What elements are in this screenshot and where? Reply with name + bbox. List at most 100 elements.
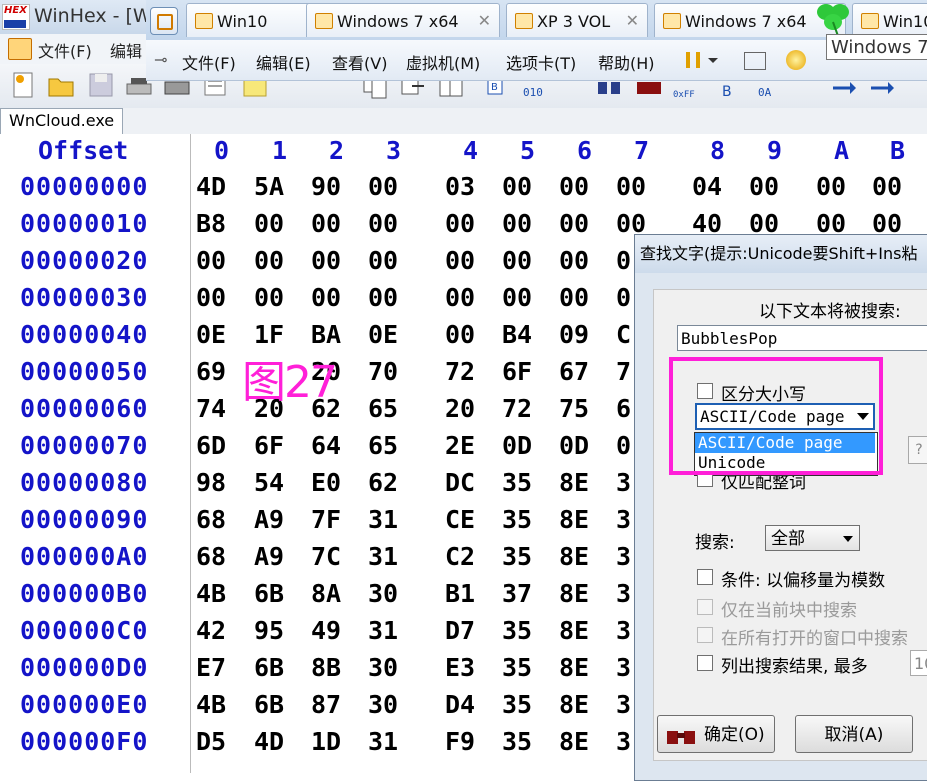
hex-byte[interactable]: 35 — [502, 727, 532, 756]
hex-byte[interactable]: B8 — [196, 209, 226, 238]
hex-byte[interactable]: 00 — [254, 246, 284, 275]
offset-modulo-checkbox[interactable] — [697, 569, 713, 585]
hex-byte[interactable]: 6F — [502, 357, 532, 386]
hex-byte[interactable]: 00 — [559, 283, 589, 312]
hex-byte[interactable]: CE — [445, 505, 475, 534]
hex-byte[interactable]: 49 — [311, 616, 341, 645]
hex-byte[interactable]: B4 — [502, 320, 532, 349]
hex-byte[interactable]: 2E — [445, 431, 475, 460]
hex-byte[interactable]: 67 — [559, 357, 589, 386]
dialog-title[interactable]: 查找文字(提示:Unicode要Shift+Ins粘 — [635, 235, 927, 273]
new-file-icon[interactable] — [8, 70, 38, 100]
close-icon[interactable]: ✕ — [478, 11, 491, 30]
hex-byte[interactable]: C — [616, 320, 631, 349]
close-icon[interactable]: ✕ — [626, 11, 639, 30]
hex-byte[interactable]: 3 — [616, 468, 631, 497]
hex-byte[interactable]: 3 — [616, 653, 631, 682]
hex-byte[interactable]: 00 — [311, 283, 341, 312]
hex-byte[interactable]: 6 — [616, 394, 631, 423]
hex-byte[interactable]: 42 — [196, 616, 226, 645]
hex-byte[interactable]: 62 — [368, 468, 398, 497]
hex-byte[interactable]: 35 — [502, 690, 532, 719]
hex-byte[interactable]: E3 — [445, 653, 475, 682]
hex-byte[interactable]: 00 — [502, 209, 532, 238]
hex-byte[interactable]: 54 — [254, 468, 284, 497]
hex-byte[interactable]: E7 — [196, 653, 226, 682]
hex-byte[interactable]: 8E — [559, 505, 589, 534]
vm-tab-xp[interactable]: XP 3 VOL ✕ — [506, 3, 648, 37]
hex-byte[interactable]: 8B — [311, 653, 341, 682]
hex-byte[interactable]: 6D — [196, 431, 226, 460]
hex-byte[interactable]: 87 — [311, 690, 341, 719]
hex-byte[interactable]: 00 — [502, 172, 532, 201]
hex-byte[interactable]: A9 — [254, 505, 284, 534]
hex-byte[interactable]: 7C — [311, 542, 341, 571]
hex-byte[interactable]: 3 — [616, 690, 631, 719]
cancel-button[interactable]: 取消(A) — [795, 715, 913, 753]
vm-menu-edit[interactable]: 编辑(E) — [256, 50, 311, 74]
hex-byte[interactable]: 00 — [311, 246, 341, 275]
hex-byte[interactable]: 1F — [254, 320, 284, 349]
hex-byte[interactable]: 00 — [445, 209, 475, 238]
hex-byte[interactable]: 3 — [616, 542, 631, 571]
hex-byte[interactable]: 8E — [559, 653, 589, 682]
hex-byte[interactable]: 00 — [502, 246, 532, 275]
hex-byte[interactable]: 8E — [559, 727, 589, 756]
hex-byte[interactable]: 31 — [368, 505, 398, 534]
hex-byte[interactable]: D7 — [445, 616, 475, 645]
save-icon[interactable] — [86, 70, 116, 100]
hex-byte[interactable]: 00 — [872, 172, 902, 201]
hex-byte[interactable]: 3 — [616, 616, 631, 645]
network-icon[interactable] — [744, 52, 766, 70]
hex-byte[interactable]: 8E — [559, 468, 589, 497]
hex-byte[interactable]: 90 — [311, 172, 341, 201]
hex-byte[interactable]: 65 — [368, 394, 398, 423]
chevron-down-icon[interactable] — [708, 58, 718, 63]
hex-byte[interactable]: 6F — [254, 431, 284, 460]
hex-byte[interactable]: 3 — [616, 727, 631, 756]
max-results-input[interactable]: 10 — [910, 650, 927, 676]
hex-byte[interactable]: 69 — [196, 357, 226, 386]
ok-button[interactable]: 确定(O) — [657, 715, 775, 753]
list-results-checkbox[interactable] — [697, 655, 713, 671]
hex-byte[interactable]: 0 — [616, 283, 631, 312]
hex-byte[interactable]: 6B — [254, 690, 284, 719]
hex-byte[interactable]: 04 — [692, 172, 722, 201]
hex-byte[interactable]: 4D — [196, 172, 226, 201]
hex-byte[interactable]: 30 — [368, 653, 398, 682]
menu-file[interactable]: 文件(F) — [38, 38, 92, 62]
hex-byte[interactable]: 31 — [368, 727, 398, 756]
hex-byte[interactable]: 09 — [559, 320, 589, 349]
vm-tab-win10-b[interactable]: Win10 — [852, 3, 927, 37]
hex-byte[interactable]: 8E — [559, 542, 589, 571]
hex-byte[interactable]: 8A — [311, 579, 341, 608]
hex-byte[interactable]: F9 — [445, 727, 475, 756]
open-folder-icon[interactable] — [46, 70, 76, 100]
hex-byte[interactable]: 4D — [254, 727, 284, 756]
hex-byte[interactable]: 68 — [196, 505, 226, 534]
hex-byte[interactable]: 72 — [445, 357, 475, 386]
hex-byte[interactable]: 00 — [254, 209, 284, 238]
hex-byte[interactable]: 35 — [502, 653, 532, 682]
hex-byte[interactable]: 8E — [559, 616, 589, 645]
snapshot-icon[interactable] — [786, 50, 806, 70]
menu-edit[interactable]: 编辑 — [110, 38, 142, 62]
hex-byte[interactable]: 0 — [616, 246, 631, 275]
hex-byte[interactable]: 00 — [445, 246, 475, 275]
hex-byte[interactable]: 72 — [502, 394, 532, 423]
hex-byte[interactable]: 4B — [196, 579, 226, 608]
hex-byte[interactable]: 35 — [502, 542, 532, 571]
hex-byte[interactable]: 4B — [196, 690, 226, 719]
hex-byte[interactable]: 00 — [559, 209, 589, 238]
hex-byte[interactable]: 1D — [311, 727, 341, 756]
hex-byte[interactable]: 8E — [559, 579, 589, 608]
hex-byte[interactable]: E0 — [311, 468, 341, 497]
hex-byte[interactable]: 0E — [196, 320, 226, 349]
hex-byte[interactable]: BA — [311, 320, 341, 349]
hex-byte[interactable]: 00 — [616, 172, 646, 201]
hex-byte[interactable]: 00 — [368, 209, 398, 238]
hex-byte[interactable]: 35 — [502, 505, 532, 534]
hex-byte[interactable]: 35 — [502, 468, 532, 497]
pin-icon[interactable]: ⊸ — [154, 50, 167, 69]
hex-byte[interactable]: 00 — [816, 172, 846, 201]
